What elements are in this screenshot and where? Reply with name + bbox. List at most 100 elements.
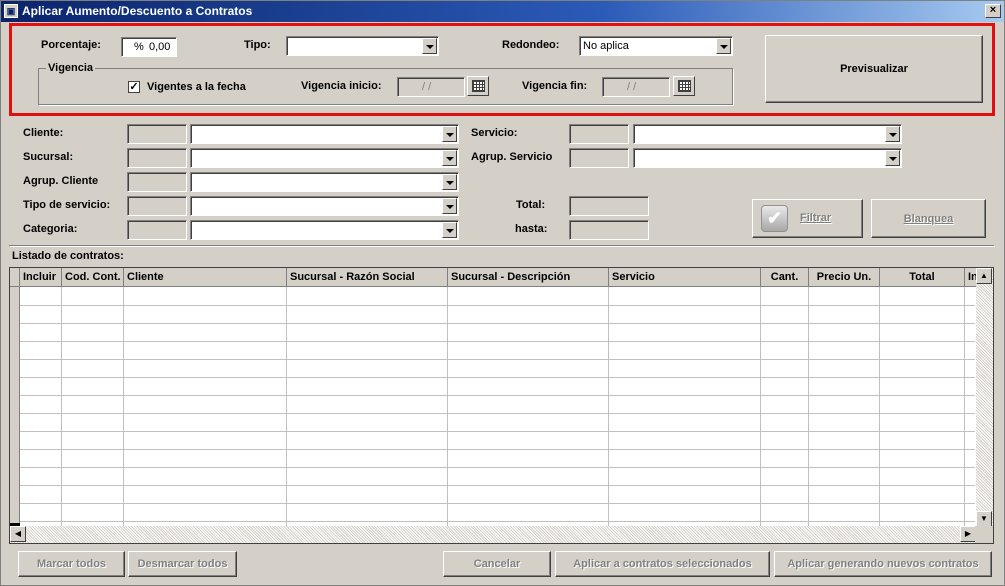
categoria-label: Categoria: xyxy=(23,223,78,235)
col-cliente[interactable]: Cliente xyxy=(124,268,287,287)
col-cod-cont[interactable]: Cod. Cont. xyxy=(62,268,124,287)
vigencia-group-label: Vigencia xyxy=(46,62,96,74)
grid-line xyxy=(20,449,975,450)
cancelar-button[interactable]: Cancelar xyxy=(443,551,551,577)
grid-line xyxy=(20,485,975,486)
tipo-servicio-label: Tipo de servicio: xyxy=(23,199,111,211)
col-sucursal-descripcion[interactable]: Sucursal - Descripción xyxy=(448,268,609,287)
agrup-cliente-label: Agrup. Cliente xyxy=(23,175,99,187)
scroll-up-icon[interactable]: ▲ xyxy=(976,268,992,284)
sucursal-code-field[interactable] xyxy=(127,148,187,168)
vigencia-fin-value: / / xyxy=(627,81,637,93)
col-cant[interactable]: Cant. xyxy=(761,268,809,287)
percent-symbol: % xyxy=(134,41,144,53)
cliente-label: Cliente: xyxy=(23,127,64,139)
col-total[interactable]: Total xyxy=(880,268,965,287)
row-header-corner xyxy=(10,268,20,287)
agrup-cliente-code-field[interactable] xyxy=(127,172,187,192)
col-incluir[interactable]: Incluir xyxy=(20,268,62,287)
aplicar-nuevos-button[interactable]: Aplicar generando nuevos contratos xyxy=(774,551,992,577)
porcentaje-field[interactable]: % 0,00 xyxy=(121,37,177,57)
col-precio-un[interactable]: Precio Un. xyxy=(809,268,880,287)
chevron-down-icon[interactable] xyxy=(442,126,457,142)
horizontal-scrollbar[interactable]: ◀ ▶ xyxy=(10,526,976,543)
servicio-select[interactable] xyxy=(633,124,902,144)
sucursal-select[interactable] xyxy=(190,148,459,168)
categoria-select[interactable] xyxy=(190,220,459,240)
scroll-right-icon[interactable]: ▶ xyxy=(960,526,976,542)
window-title: Aplicar Aumento/Descuento a Contratos xyxy=(22,4,253,18)
blanquea-button[interactable]: Blanquea xyxy=(871,199,986,238)
scroll-left-icon[interactable]: ◀ xyxy=(10,526,26,542)
grid-line xyxy=(20,431,975,432)
grid-line xyxy=(20,503,975,504)
vigencia-fin-field[interactable]: / / xyxy=(602,77,670,97)
agrup-cliente-select[interactable] xyxy=(190,172,459,192)
porcentaje-value: 0,00 xyxy=(149,41,171,53)
scroll-down-icon[interactable]: ▼ xyxy=(976,511,992,527)
vigencia-fin-label: Vigencia fin: xyxy=(522,80,588,92)
grid-line xyxy=(20,521,975,522)
app-icon: ▣ xyxy=(4,4,18,18)
col-servicio[interactable]: Servicio xyxy=(609,268,761,287)
tipo-select[interactable] xyxy=(286,36,439,56)
agrup-servicio-code-field[interactable] xyxy=(569,148,629,168)
chevron-down-icon[interactable] xyxy=(422,38,437,54)
grid-line xyxy=(20,395,975,396)
tipo-servicio-select[interactable] xyxy=(190,196,459,216)
grid-line xyxy=(20,341,975,342)
chevron-down-icon[interactable] xyxy=(885,126,900,142)
total-from-field[interactable] xyxy=(569,196,649,216)
filtrar-label: Filtrar xyxy=(800,212,832,224)
vigencia-inicio-label: Vigencia inicio: xyxy=(301,80,382,92)
marcar-todos-button[interactable]: Marcar todos xyxy=(18,551,125,577)
sucursal-label: Sucursal: xyxy=(23,151,74,163)
redondeo-label: Redondeo: xyxy=(502,39,560,51)
servicio-code-field[interactable] xyxy=(569,124,629,144)
previsualizar-button[interactable]: Previsualizar xyxy=(765,35,983,103)
cliente-select[interactable] xyxy=(190,124,459,144)
col-sucursal-razon-social[interactable]: Sucursal - Razón Social xyxy=(287,268,448,287)
hasta-label: hasta: xyxy=(515,223,548,235)
dialog-window: ▣ Aplicar Aumento/Descuento a Contratos … xyxy=(0,0,1005,586)
agrup-servicio-select[interactable] xyxy=(633,148,902,168)
vigentes-checkbox[interactable]: ✓ xyxy=(128,81,140,93)
total-to-field[interactable] xyxy=(569,220,649,240)
redondeo-select[interactable]: No aplica xyxy=(579,36,733,56)
vertical-scrollbar[interactable]: ▲ ▼ xyxy=(976,268,993,528)
redondeo-value: No aplica xyxy=(583,40,629,52)
tipo-label: Tipo: xyxy=(244,39,271,51)
cliente-code-field[interactable] xyxy=(127,124,187,144)
chevron-down-icon[interactable] xyxy=(716,38,731,54)
grid-line xyxy=(20,323,975,324)
categoria-code-field[interactable] xyxy=(127,220,187,240)
grid-line xyxy=(20,377,975,378)
grid-line xyxy=(20,467,975,468)
desmarcar-todos-button[interactable]: Desmarcar todos xyxy=(128,551,237,577)
listado-title: Listado de contratos: xyxy=(12,250,124,262)
aplicar-seleccionados-button[interactable]: Aplicar a contratos seleccionados xyxy=(555,551,770,577)
chevron-down-icon[interactable] xyxy=(885,150,900,166)
chevron-down-icon[interactable] xyxy=(442,198,457,214)
vigencia-inicio-value: / / xyxy=(422,81,432,93)
filtrar-button[interactable]: ✔ Filtrar xyxy=(752,199,863,238)
vigentes-label: Vigentes a la fecha xyxy=(147,81,246,93)
vigencia-inicio-field[interactable]: / / xyxy=(397,77,465,97)
agrup-servicio-label: Agrup. Servicio xyxy=(471,151,553,163)
close-button[interactable]: × xyxy=(985,4,1001,18)
listado-divider xyxy=(9,245,994,246)
grid-line xyxy=(20,413,975,414)
calendar-icon[interactable] xyxy=(673,76,695,96)
servicio-label: Servicio: xyxy=(471,127,518,139)
chevron-down-icon[interactable] xyxy=(442,174,457,190)
scrollbar-corner xyxy=(975,526,993,543)
blanquea-label: Blanquea xyxy=(903,212,954,225)
contracts-table[interactable]: Incluir Cod. Cont. Cliente Sucursal - Ra… xyxy=(9,267,994,544)
tipo-servicio-code-field[interactable] xyxy=(127,196,187,216)
calendar-icon[interactable] xyxy=(467,76,489,96)
chevron-down-icon[interactable] xyxy=(442,222,457,238)
chevron-down-icon[interactable] xyxy=(442,150,457,166)
title-bar: ▣ Aplicar Aumento/Descuento a Contratos … xyxy=(1,1,1004,22)
grid-line xyxy=(20,305,975,306)
grid-line xyxy=(20,359,975,360)
